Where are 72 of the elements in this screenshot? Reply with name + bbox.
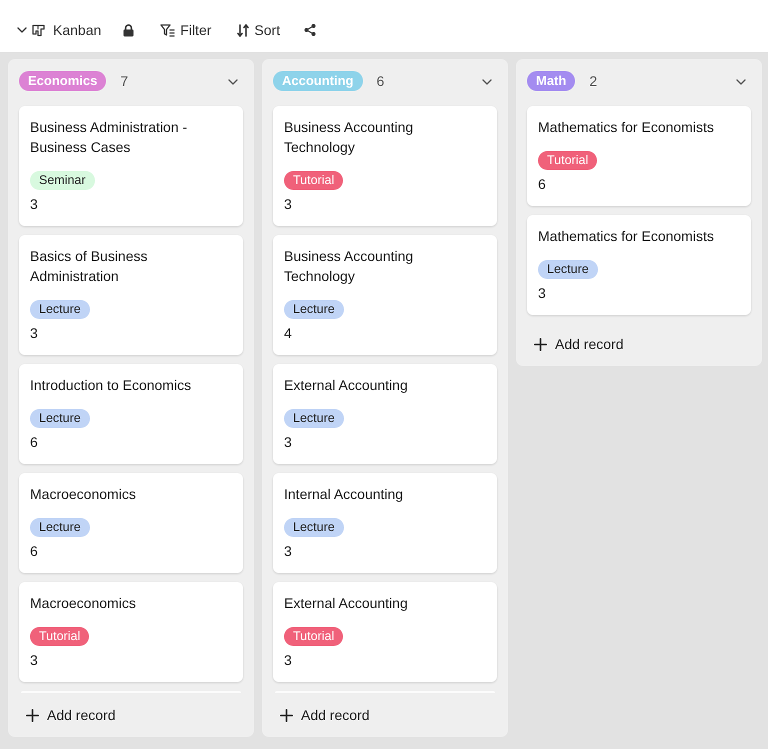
- lock-icon: [123, 24, 134, 36]
- group-label: Math: [527, 71, 576, 91]
- card-title: Internal Accounting: [284, 485, 404, 504]
- record-count: 7: [120, 72, 128, 91]
- record-count: 6: [376, 72, 384, 91]
- card-value: 3: [30, 195, 39, 214]
- chevron-down-icon: [17, 27, 27, 33]
- record-card[interactable]: Business Administration - Business Cases Seminar 3: [19, 106, 243, 226]
- type-tag: Lecture: [284, 409, 344, 428]
- card-value: 3: [284, 433, 293, 452]
- type-tag: Tutorial: [284, 627, 344, 646]
- sort-button[interactable]: Sort: [232, 16, 286, 44]
- record-card[interactable]: Business Accounting Technology Tutorial 3: [273, 106, 497, 226]
- record-card[interactable]: External Accounting Tutorial 3: [273, 582, 497, 682]
- record-card[interactable]: Macroeconomics Tutorial 3: [19, 582, 243, 682]
- card-value: 4: [284, 324, 293, 343]
- add-record-button[interactable]: Add record: [528, 334, 630, 354]
- plus-icon: [280, 708, 293, 722]
- type-tag: Lecture: [30, 518, 90, 537]
- type-tag: Seminar: [30, 171, 95, 190]
- group-label: Accounting: [273, 71, 362, 91]
- type-tag: Lecture: [538, 260, 598, 279]
- card-title: Macroeconomics: [30, 594, 137, 613]
- card-title: Basics of Business Administration: [30, 247, 148, 286]
- chevron-down-icon: [736, 78, 746, 85]
- card-value: 6: [538, 175, 547, 194]
- card-title: Introduction to Economics: [30, 376, 192, 395]
- filter-button[interactable]: Filter: [155, 16, 216, 44]
- share-icon: [304, 24, 316, 36]
- card-title: Business Accounting Technology: [284, 247, 414, 286]
- card-title: Business Administration - Business Cases: [30, 118, 188, 157]
- plus-icon: [26, 708, 39, 722]
- card-value: 3: [30, 324, 39, 343]
- record-card[interactable]: Introduction to Economics Lecture 6: [19, 364, 243, 464]
- filter-icon: [160, 24, 176, 36]
- card-title: Mathematics for Economists: [538, 118, 715, 137]
- type-tag: Tutorial: [538, 151, 598, 170]
- card-title: External Accounting: [284, 594, 409, 613]
- card-title: Macroeconomics: [30, 485, 137, 504]
- record-card[interactable]: Mathematics for Economists Lecture 3: [527, 215, 751, 315]
- card-value: 3: [30, 651, 39, 670]
- add-record-button[interactable]: Add record: [20, 705, 122, 725]
- plus-icon: [534, 338, 547, 350]
- chevron-down-icon: [482, 78, 492, 85]
- card-value: 3: [284, 542, 293, 561]
- record-card[interactable]: Macroeconomics Lecture 6: [19, 473, 243, 573]
- record-card[interactable]: Business Accounting Technology Lecture 4: [273, 235, 497, 355]
- type-tag: Tutorial: [284, 171, 344, 190]
- group-label: Economics: [19, 71, 106, 91]
- card-value: 3: [284, 651, 293, 670]
- record-card[interactable]: Internal Accounting Lecture 3: [273, 473, 497, 573]
- record-card[interactable]: Basics of Business Administration Lecture 3: [19, 235, 243, 355]
- kanban-board-icon: [32, 24, 45, 36]
- type-tag: Lecture: [284, 518, 344, 537]
- type-tag: Lecture: [284, 300, 344, 319]
- card-value: 3: [538, 284, 547, 303]
- card-value: 6: [30, 542, 39, 561]
- view-menu-button[interactable]: Kanban: [12, 16, 106, 44]
- type-tag: Lecture: [30, 409, 90, 428]
- chevron-down-icon: [228, 78, 238, 85]
- card-value: 3: [284, 195, 293, 214]
- add-record-button[interactable]: Add record: [274, 705, 376, 725]
- record-card[interactable]: External Accounting Lecture 3: [273, 364, 497, 464]
- card-value: 6: [30, 433, 39, 452]
- record-count: 2: [589, 72, 598, 91]
- card-title: Mathematics for Economists: [538, 227, 715, 246]
- type-tag: Tutorial: [30, 627, 90, 646]
- type-tag: Lecture: [30, 300, 90, 319]
- card-title: Business Accounting Technology: [284, 118, 414, 157]
- card-title: External Accounting: [284, 376, 409, 395]
- record-card[interactable]: Mathematics for Economists Tutorial 6: [527, 106, 751, 206]
- sort-icon: [237, 24, 250, 36]
